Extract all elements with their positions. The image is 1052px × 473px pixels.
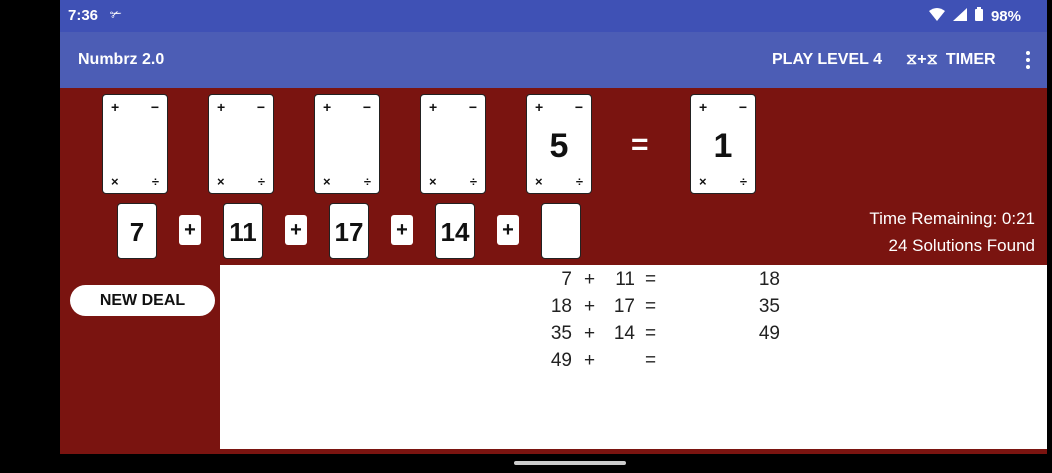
work-panel: 7 + 11 = 18 18 + 17 = 35 35 + 14 = 49 49…	[220, 265, 1047, 449]
operand-a: 18	[550, 296, 572, 317]
operator: +	[584, 323, 596, 344]
divide-op[interactable]: ÷	[576, 174, 583, 189]
card-slot-2[interactable]: + − × ÷	[208, 94, 274, 194]
divide-op[interactable]: ÷	[470, 174, 477, 189]
overflow-menu-icon[interactable]	[1023, 50, 1033, 72]
equals: =	[645, 269, 657, 290]
operator-button[interactable]: +	[179, 215, 201, 245]
time-remaining: Time Remaining: 0:21	[869, 209, 1035, 228]
work-row: 49 + =	[220, 350, 1047, 374]
times-op[interactable]: ×	[111, 174, 119, 189]
app-title: Numbrz 2.0	[78, 51, 165, 68]
operand-a: 35	[550, 323, 572, 344]
new-deal-button[interactable]: NEW DEAL	[70, 285, 215, 316]
divide-op[interactable]: ÷	[364, 174, 371, 189]
operand-b: 14	[613, 323, 635, 344]
card-slot-3[interactable]: + − × ÷	[314, 94, 380, 194]
work-row: 7 + 11 = 18	[220, 269, 1047, 293]
operator: +	[584, 269, 596, 290]
operand-b: 11	[615, 269, 635, 290]
plus-op: +	[699, 99, 708, 115]
clock: 7:36	[68, 7, 99, 24]
timer-label: TIMER	[945, 51, 996, 68]
card-slot-1[interactable]: + − × ÷	[102, 94, 168, 194]
status-icons: 98%	[928, 7, 1021, 25]
signal-icon	[952, 7, 967, 25]
number-tile[interactable]: 7	[117, 203, 157, 259]
number-tile[interactable]: 17	[329, 203, 369, 259]
card-slot-4[interactable]: + − × ÷	[420, 94, 486, 194]
times-op[interactable]: ×	[535, 174, 543, 189]
result: 18	[758, 269, 780, 290]
notification-icon: ✃	[110, 6, 122, 22]
wifi-icon	[928, 7, 945, 25]
times-op[interactable]: ×	[323, 174, 331, 189]
divide-op: ÷	[739, 174, 747, 189]
divide-op[interactable]: ÷	[258, 174, 265, 189]
number-tile[interactable]: 14	[435, 203, 475, 259]
operator: +	[584, 296, 596, 317]
equals: =	[645, 296, 657, 317]
minus-op[interactable]: −	[363, 99, 371, 115]
plus-op[interactable]: +	[217, 99, 225, 115]
operator: +	[584, 350, 596, 371]
hourglass-icon: ⧖+⧖	[906, 51, 938, 68]
equals-sign: =	[631, 128, 649, 161]
card-slot-5[interactable]: + − 5 × ÷	[526, 94, 592, 194]
divide-op[interactable]: ÷	[152, 174, 159, 189]
minus-op[interactable]: −	[257, 99, 265, 115]
times-op: ×	[699, 174, 707, 189]
number-tile[interactable]	[541, 203, 581, 259]
result: 35	[758, 296, 780, 317]
operator-button[interactable]: +	[391, 215, 413, 245]
battery-icon	[974, 7, 983, 25]
minus-op: −	[738, 99, 747, 115]
result: 49	[758, 323, 780, 344]
minus-op[interactable]: −	[469, 99, 477, 115]
plus-op[interactable]: +	[429, 99, 437, 115]
timer-button[interactable]: ⧖+⧖ TIMER	[906, 51, 996, 69]
gesture-nav-handle[interactable]	[514, 461, 626, 465]
operator-button[interactable]: +	[497, 215, 519, 245]
work-row: 18 + 17 = 35	[220, 296, 1047, 320]
play-level-button[interactable]: PLAY LEVEL 4	[772, 51, 882, 69]
operand-a: 7	[561, 269, 572, 290]
work-row: 35 + 14 = 49	[220, 323, 1047, 347]
game-area: + − × ÷ + − × ÷ + − × ÷ + − × ÷ + − 5 × …	[60, 88, 1047, 454]
target-card: + − 1 × ÷	[690, 94, 756, 194]
times-op[interactable]: ×	[217, 174, 225, 189]
solutions-found: 24 Solutions Found	[888, 236, 1036, 255]
operator-button[interactable]: +	[285, 215, 307, 245]
plus-op[interactable]: +	[323, 99, 331, 115]
app-bar: Numbrz 2.0 PLAY LEVEL 4 ⧖+⧖ TIMER	[60, 32, 1047, 88]
equals: =	[645, 323, 657, 344]
card-value: 5	[549, 127, 569, 165]
operand-b: 17	[613, 296, 635, 317]
status-bar: 7:36 ✃ 98%	[60, 0, 1047, 32]
target-value: 1	[713, 127, 733, 165]
plus-op[interactable]: +	[111, 99, 119, 115]
number-tile[interactable]: 11	[223, 203, 263, 259]
plus-op[interactable]: +	[535, 99, 543, 115]
minus-op[interactable]: −	[575, 99, 583, 115]
times-op[interactable]: ×	[429, 174, 437, 189]
operand-a: 49	[550, 350, 572, 371]
equals: =	[645, 350, 657, 371]
battery-percent: 98%	[990, 7, 1021, 25]
minus-op[interactable]: −	[151, 99, 159, 115]
